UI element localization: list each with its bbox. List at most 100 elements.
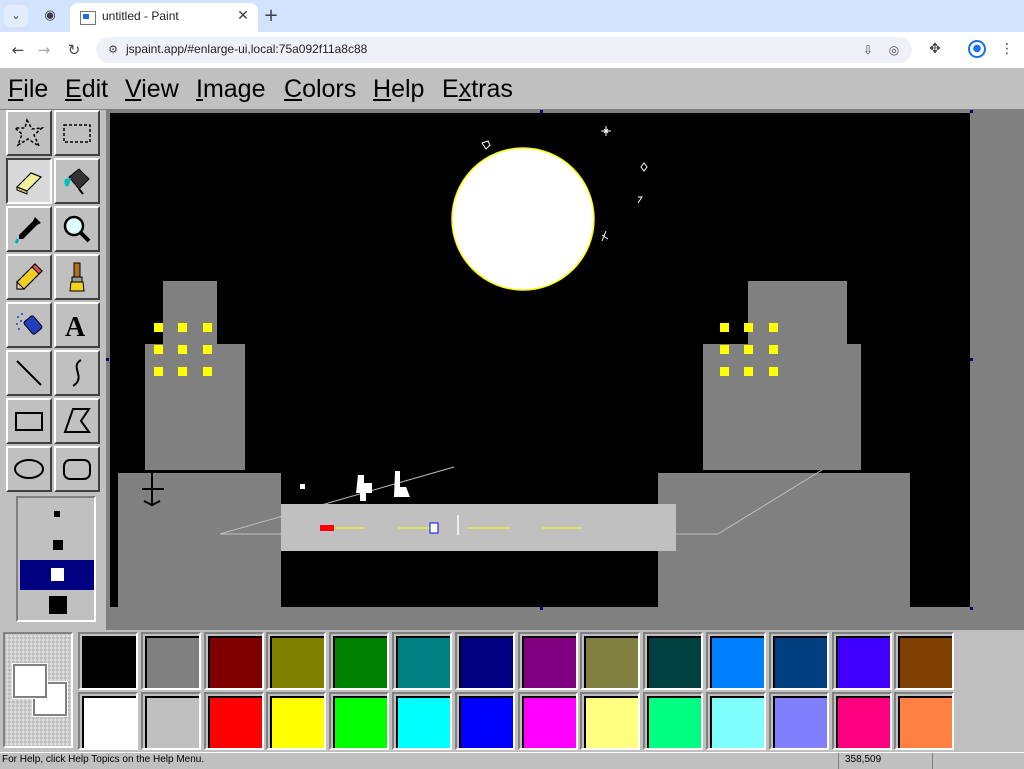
address-bar[interactable]: ⚙ jspaint.app/#enlarge-ui,local:75a092f1… [96, 37, 912, 63]
tool-rounded-rectangle[interactable] [54, 446, 100, 492]
tool-ellipse[interactable] [6, 446, 52, 492]
curve-icon [72, 359, 82, 387]
palette-swatch-bottom-1[interactable] [78, 692, 138, 750]
palette-swatch-top-6[interactable] [392, 632, 452, 690]
eraser-size-largest[interactable] [20, 590, 94, 620]
menu-file[interactable]: File [8, 74, 48, 104]
paint-bucket-icon [64, 168, 90, 195]
tool-rectangular-select[interactable] [54, 110, 100, 156]
eraser-size-small[interactable] [20, 500, 94, 530]
palette-swatch-bottom-10[interactable] [643, 692, 704, 750]
eye-off-icon[interactable]: ◎ [886, 42, 902, 58]
active-tab[interactable]: untitled - Paint ✕ [70, 3, 258, 32]
plus-icon: + [263, 5, 279, 26]
kebab-icon[interactable]: ⋮ [1000, 40, 1014, 58]
palette-swatch-color [144, 636, 199, 688]
canvas-resize-handle-bottom-right[interactable] [970, 607, 973, 610]
menu-colors[interactable]: Colors [284, 74, 356, 104]
palette-swatch-bottom-7[interactable] [454, 692, 515, 750]
palette-swatch-color [396, 696, 450, 748]
palette-swatch-bottom-8[interactable] [517, 692, 578, 750]
pencil-icon [16, 263, 43, 290]
palette-swatch-color [144, 696, 199, 748]
status-bar: For Help, click Help Topics on the Help … [0, 752, 1024, 769]
palette-swatch-bottom-11[interactable] [706, 692, 766, 750]
palette-swatch-color [647, 636, 702, 688]
tool-line[interactable] [6, 350, 52, 396]
foreground-color[interactable] [12, 663, 48, 699]
inactive-tab[interactable]: ◉ [36, 4, 64, 28]
svg-text:A: A [65, 312, 86, 341]
drawing-canvas[interactable] [110, 113, 970, 607]
palette-swatch-bottom-6[interactable] [392, 692, 452, 750]
back-button[interactable]: ← [8, 40, 28, 60]
menu-extras[interactable]: Extras [442, 74, 513, 104]
palette-swatch-top-9[interactable] [580, 632, 641, 690]
puzzle-icon[interactable]: ✥ [926, 40, 944, 58]
eraser-size-medium[interactable] [20, 530, 94, 560]
canvas-resize-handle-top-right[interactable] [970, 110, 973, 113]
palette-swatch-top-2[interactable] [140, 632, 201, 690]
tool-rectangle[interactable] [6, 398, 52, 444]
left-building-windows [154, 323, 212, 376]
tool-magnifier[interactable] [54, 206, 100, 252]
palette-swatch-bottom-9[interactable] [580, 692, 641, 750]
tool-polygon[interactable] [54, 398, 100, 444]
palette-swatch-bottom-4[interactable] [266, 692, 327, 750]
canvas-resize-handle-right[interactable] [970, 358, 973, 361]
palette-swatch-bottom-14[interactable] [894, 692, 955, 750]
palette-swatch-top-14[interactable] [894, 632, 955, 690]
menu-view[interactable]: View [125, 74, 179, 104]
menu-help[interactable]: Help [373, 74, 424, 104]
palette-swatch-bottom-3[interactable] [203, 692, 264, 750]
tab-search-button[interactable]: ⌄ [4, 5, 28, 27]
profile-icon[interactable]: ● [968, 40, 986, 58]
palette-swatch-color [584, 696, 639, 748]
palette-swatch-top-4[interactable] [266, 632, 327, 690]
moon [451, 147, 595, 291]
palette-swatch-bottom-12[interactable] [768, 692, 829, 750]
chrome-logo-icon: ◉ [44, 8, 56, 23]
current-colors[interactable] [3, 632, 73, 748]
tool-eraser[interactable] [6, 158, 52, 204]
status-coordinates: 358,509 [845, 754, 882, 765]
palette-swatch-top-13[interactable] [831, 632, 892, 690]
palette-swatch-top-3[interactable] [203, 632, 264, 690]
palette-swatch-top-11[interactable] [706, 632, 766, 690]
new-tab-button[interactable]: + [260, 5, 282, 27]
white-dot [300, 484, 305, 489]
eraser-icon [15, 172, 43, 195]
canvas-resize-handle-top[interactable] [540, 110, 543, 113]
palette-swatch-top-1[interactable] [78, 632, 138, 690]
tool-brush[interactable] [54, 254, 100, 300]
reload-button[interactable]: ↻ [64, 40, 84, 60]
palette-swatch-color [835, 636, 890, 688]
tune-icon[interactable]: ⚙ [106, 43, 120, 57]
tab-close-button[interactable]: ✕ [234, 7, 252, 25]
tool-pick-color[interactable] [6, 206, 52, 252]
forward-button[interactable]: → [34, 40, 54, 60]
tool-pencil[interactable] [6, 254, 52, 300]
palette-swatch-color [458, 636, 513, 688]
palette-swatch-top-7[interactable] [454, 632, 515, 690]
tool-box: A [0, 110, 106, 630]
palette-swatch-top-10[interactable] [643, 632, 704, 690]
menu-edit[interactable]: Edit [65, 74, 108, 104]
url-text[interactable]: jspaint.app/#enlarge-ui,local:75a092f11a… [126, 42, 367, 56]
eraser-size-large[interactable] [20, 560, 94, 590]
palette-swatch-top-12[interactable] [768, 632, 829, 690]
palette-swatch-top-8[interactable] [517, 632, 578, 690]
palette-swatch-bottom-13[interactable] [831, 692, 892, 750]
tool-curve[interactable] [54, 350, 100, 396]
install-app-icon[interactable]: ⇩ [860, 42, 876, 58]
palette-swatch-bottom-5[interactable] [329, 692, 390, 750]
palette-swatch-top-5[interactable] [329, 632, 390, 690]
tool-fill[interactable] [54, 158, 100, 204]
canvas-resize-handle-bottom[interactable] [540, 607, 543, 610]
palette-swatch-bottom-2[interactable] [140, 692, 201, 750]
tool-free-form-select[interactable] [6, 110, 52, 156]
tool-text[interactable]: A [54, 302, 100, 348]
tool-airbrush[interactable] [6, 302, 52, 348]
canvas-resize-handle-left[interactable] [106, 358, 109, 361]
menu-image[interactable]: Image [196, 74, 266, 104]
